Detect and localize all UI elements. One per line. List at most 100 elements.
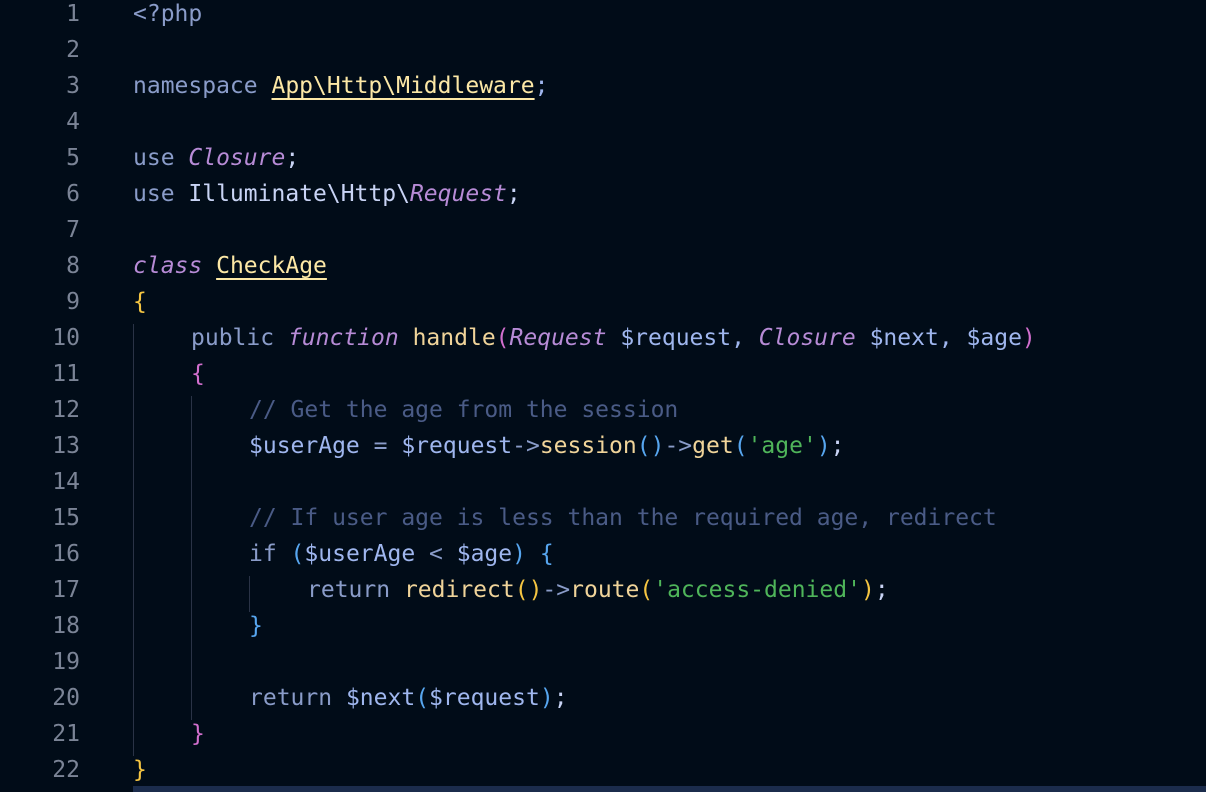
code-token: $age bbox=[966, 325, 1022, 351]
code-text: } bbox=[249, 608, 263, 644]
code-token: if bbox=[249, 541, 291, 567]
code-token: ) bbox=[1021, 325, 1036, 351]
code-text: return redirect()->route('access-denied'… bbox=[307, 572, 889, 608]
code-text: { bbox=[133, 284, 147, 320]
code-token: 'age' bbox=[747, 433, 817, 459]
code-line[interactable]: 15 // If user age is less than the requir… bbox=[0, 500, 1206, 536]
code-line[interactable]: 14 bbox=[0, 464, 1206, 500]
code-token: } bbox=[133, 757, 147, 783]
code-text: namespace App\Http\Middleware; bbox=[133, 68, 548, 104]
code-token: { bbox=[191, 361, 205, 387]
code-line[interactable]: 9{ bbox=[0, 284, 1206, 320]
code-token: Request bbox=[509, 325, 607, 351]
code-line[interactable]: 22} bbox=[0, 752, 1206, 788]
code-text: } bbox=[191, 716, 205, 752]
code-line[interactable]: 19 bbox=[0, 644, 1206, 680]
line-number: 3 bbox=[66, 73, 80, 99]
code-line[interactable]: 12 // Get the age from the session bbox=[0, 392, 1206, 428]
code-token: use bbox=[133, 181, 189, 207]
code-line[interactable]: 10 public function handle(Request $reques… bbox=[0, 320, 1206, 356]
code-line[interactable]: 18} bbox=[0, 608, 1206, 644]
code-line[interactable]: 11 { bbox=[0, 356, 1206, 392]
code-token: $request bbox=[401, 433, 513, 459]
code-line[interactable]: 20 return $next($request); bbox=[0, 680, 1206, 716]
code-token: $userAge bbox=[249, 433, 360, 459]
code-line[interactable]: 17 return redirect()->route('access-denie… bbox=[0, 572, 1206, 608]
code-editor[interactable]: 1 <?php 2 3 namespace App\Http\Middleware; 4 5… bbox=[0, 0, 1206, 792]
code-token: ; bbox=[553, 685, 568, 711]
code-line[interactable]: 5 use Closure; bbox=[0, 140, 1206, 176]
code-text: // Get the age from the session bbox=[249, 392, 678, 428]
code-token: $userAge bbox=[304, 541, 416, 567]
line-number: 15 bbox=[52, 505, 80, 531]
code-text: class CheckAge bbox=[133, 248, 327, 284]
code-token: $request bbox=[606, 325, 732, 351]
code-text: // If user age is less than the required… bbox=[249, 500, 997, 536]
code-line[interactable]: 1 <?php bbox=[0, 0, 1206, 32]
code-token: ) bbox=[512, 541, 526, 567]
line-number: 22 bbox=[52, 757, 80, 783]
code-token: get bbox=[692, 433, 734, 459]
code-token: ; bbox=[506, 181, 521, 207]
code-line[interactable]: 16 if ($userAge < $age) { bbox=[0, 536, 1206, 572]
code-text: use Closure; bbox=[133, 140, 299, 176]
code-token: handle bbox=[412, 325, 496, 351]
code-token: ; bbox=[874, 577, 889, 603]
code-token: ; bbox=[285, 145, 300, 171]
code-token: $next bbox=[855, 325, 939, 351]
line-number: 16 bbox=[52, 541, 80, 567]
code-token: ( bbox=[639, 577, 654, 603]
code-token: { bbox=[133, 289, 147, 315]
line-number: 11 bbox=[52, 361, 80, 387]
line-number: 19 bbox=[52, 649, 80, 675]
code-text: { bbox=[191, 356, 205, 392]
horizontal-scrollbar[interactable] bbox=[133, 786, 1206, 792]
code-text: public function handle(Request $request,… bbox=[191, 320, 1036, 356]
code-token: ( bbox=[495, 325, 510, 351]
code-token: App\Http\Middleware bbox=[271, 73, 535, 99]
code-line[interactable]: 2 bbox=[0, 32, 1206, 68]
line-number: 13 bbox=[52, 433, 80, 459]
indent-guide-class-body bbox=[133, 324, 134, 756]
code-token: CheckAge bbox=[216, 253, 327, 279]
code-token: class bbox=[133, 253, 203, 279]
line-number: 4 bbox=[66, 109, 80, 135]
code-token: use bbox=[133, 145, 189, 171]
line-number: 1 bbox=[66, 1, 80, 27]
code-token: ) bbox=[539, 685, 554, 711]
code-token: ) bbox=[860, 577, 875, 603]
code-token: , bbox=[731, 325, 759, 351]
code-line[interactable]: 6 use Illuminate\Http\Request; bbox=[0, 176, 1206, 212]
code-token: () bbox=[514, 577, 543, 603]
line-number: 12 bbox=[52, 397, 80, 423]
code-token: namespace bbox=[133, 73, 272, 99]
code-token: route bbox=[570, 577, 640, 603]
code-text: $userAge = $request->session()->get('age… bbox=[249, 428, 845, 464]
code-line[interactable]: 4 bbox=[0, 104, 1206, 140]
code-token: ( bbox=[290, 541, 305, 567]
code-token: function bbox=[287, 325, 399, 351]
code-token: , bbox=[938, 325, 967, 351]
code-line[interactable]: 13 $userAge = $request->session()->get('a… bbox=[0, 428, 1206, 464]
code-token: Closure bbox=[758, 325, 856, 351]
line-number: 2 bbox=[66, 37, 80, 63]
line-number: 8 bbox=[66, 253, 80, 279]
code-line[interactable]: 8 class CheckAge bbox=[0, 248, 1206, 284]
code-token: -> bbox=[664, 433, 693, 459]
code-token: 'access-denied' bbox=[653, 577, 861, 603]
code-token: // Get the age from the session bbox=[249, 397, 679, 423]
code-line[interactable]: 7 bbox=[0, 212, 1206, 248]
code-token: Illuminate\Http\ bbox=[188, 181, 410, 207]
code-token: ( bbox=[733, 433, 748, 459]
code-token: ; bbox=[830, 433, 845, 459]
code-token: public bbox=[191, 325, 288, 351]
line-number: 5 bbox=[66, 145, 80, 171]
code-token: Request bbox=[409, 181, 507, 207]
code-line[interactable]: 3 namespace App\Http\Middleware; bbox=[0, 68, 1206, 104]
code-token: return bbox=[249, 685, 346, 711]
code-line[interactable]: 21} bbox=[0, 716, 1206, 752]
code-token: Closure bbox=[188, 145, 286, 171]
line-number: 17 bbox=[52, 577, 80, 603]
